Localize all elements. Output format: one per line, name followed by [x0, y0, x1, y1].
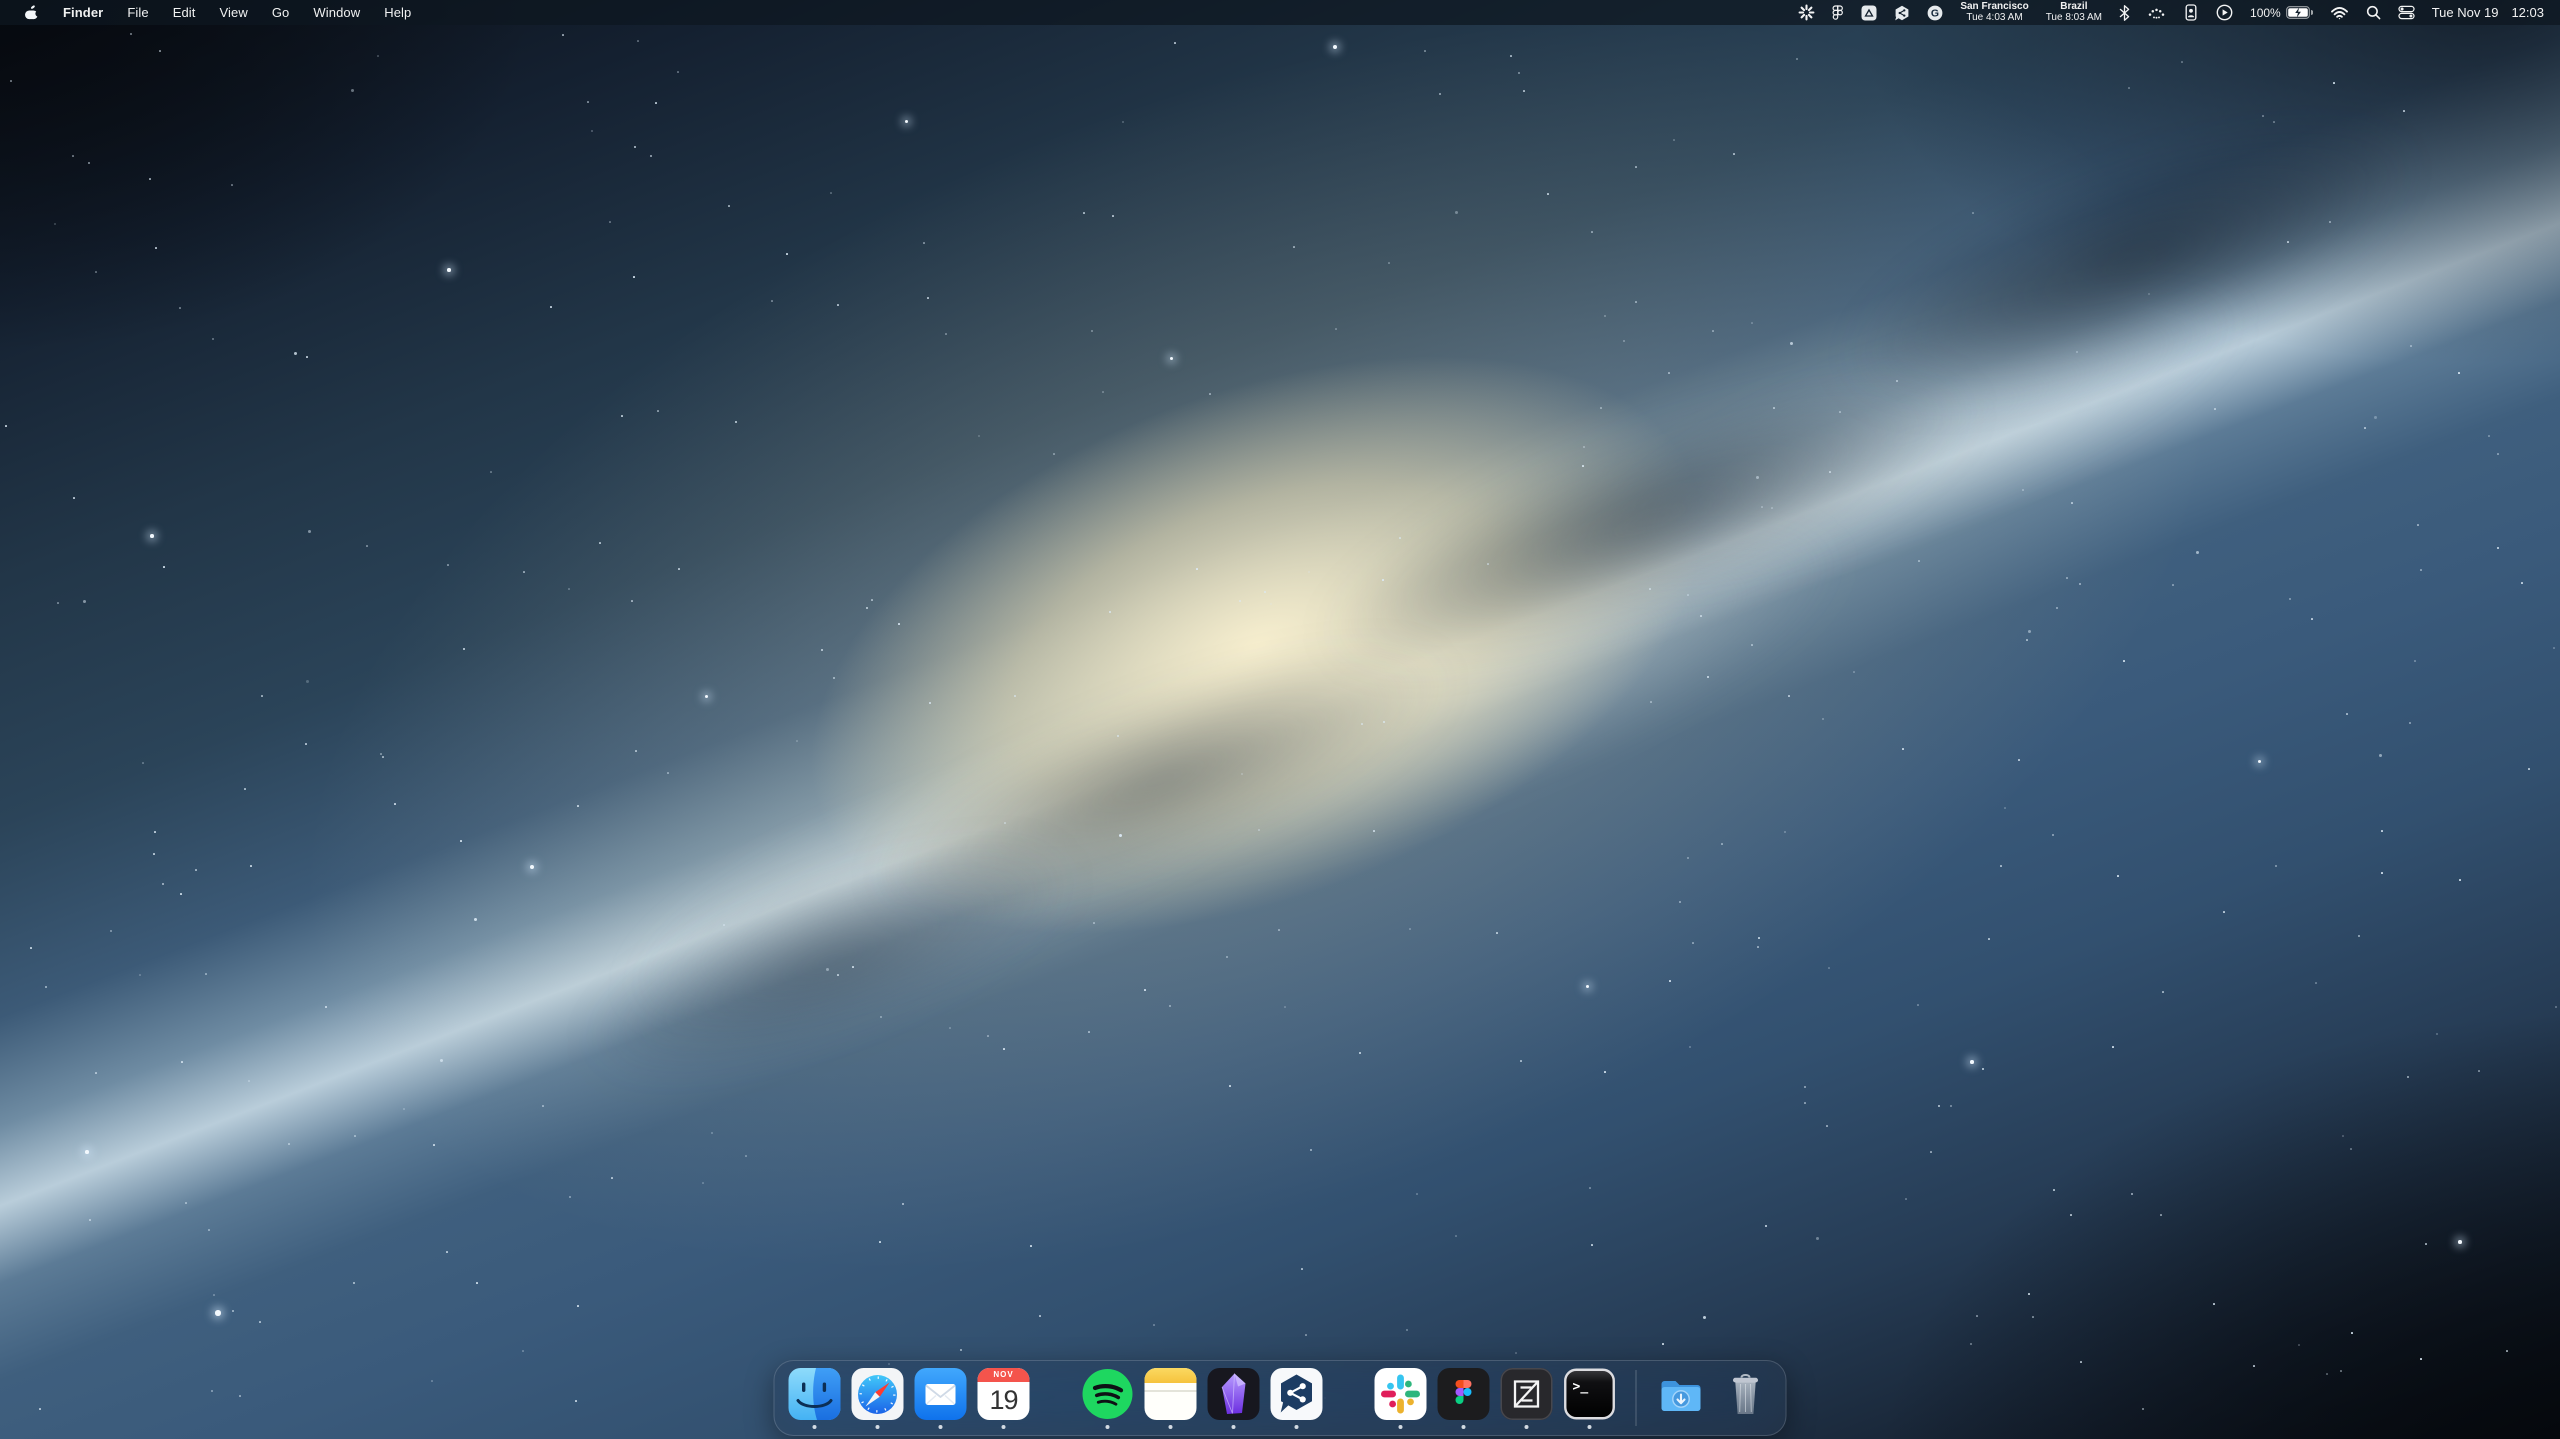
- wallpaper-galaxy: [0, 0, 2560, 1439]
- dock-app-mail[interactable]: [915, 1368, 967, 1429]
- dock-app-finder[interactable]: [789, 1368, 841, 1429]
- menu-finder[interactable]: Finder: [63, 5, 103, 20]
- clock-time: Tue 4:03 AM: [1960, 13, 2028, 24]
- dots-arc-icon[interactable]: [2147, 6, 2166, 20]
- battery-percent: 100%: [2250, 6, 2281, 20]
- dock-separator: [1636, 1370, 1637, 1426]
- menu-file[interactable]: File: [127, 5, 148, 20]
- trash-icon: [1720, 1368, 1772, 1420]
- running-indicator: [1232, 1425, 1236, 1429]
- dock-app-zed[interactable]: [1501, 1368, 1553, 1429]
- figma-icon-dock: [1438, 1368, 1490, 1420]
- dock-app-terminal[interactable]: >_: [1564, 1368, 1616, 1429]
- bluetooth-icon[interactable]: [2119, 5, 2130, 21]
- now-playing-icon[interactable]: [2216, 4, 2233, 21]
- hexagon-share-icon[interactable]: [1894, 5, 1910, 21]
- terminal-icon: >_: [1564, 1368, 1616, 1420]
- clock-city: San Francisco: [1960, 2, 2028, 13]
- figma-icon[interactable]: [1832, 5, 1844, 21]
- svg-text:G: G: [1931, 7, 1939, 19]
- clock-time: Tue 8:03 AM: [2046, 13, 2102, 24]
- battery-icon: [2286, 6, 2313, 19]
- hexagon-share-app-icon: [1271, 1368, 1323, 1420]
- spotify-icon: [1082, 1368, 1134, 1420]
- dock-app-calendar[interactable]: NOV 19: [978, 1368, 1030, 1429]
- running-indicator: [813, 1425, 817, 1429]
- wifi-icon[interactable]: [2330, 6, 2349, 20]
- iphone-mirroring-icon[interactable]: [2183, 4, 2199, 21]
- mail-icon: [915, 1368, 967, 1420]
- world-clock-san-francisco[interactable]: San Francisco Tue 4:03 AM: [1960, 2, 2028, 23]
- calendar-month: NOV: [978, 1368, 1030, 1382]
- running-indicator: [1106, 1425, 1110, 1429]
- running-indicator: [1744, 1425, 1748, 1429]
- notes-yellow-band: [1145, 1368, 1197, 1383]
- dock-app-obsidian[interactable]: [1208, 1368, 1260, 1429]
- running-indicator: [1588, 1425, 1592, 1429]
- menu-bar: Finder File Edit View Go Window Help: [0, 0, 2560, 25]
- notes-icon: [1145, 1368, 1197, 1420]
- notes-rule-line: [1145, 1390, 1197, 1392]
- menu-edit[interactable]: Edit: [173, 5, 196, 20]
- control-center-icon[interactable]: [2398, 5, 2415, 20]
- running-indicator: [1399, 1425, 1403, 1429]
- dock-app-spotify[interactable]: [1082, 1368, 1134, 1429]
- running-indicator: [1295, 1425, 1299, 1429]
- running-indicator: [1169, 1425, 1173, 1429]
- zed-icon: [1501, 1368, 1553, 1420]
- desktop: Finder File Edit View Go Window Help: [0, 0, 2560, 1439]
- spotlight-search-icon[interactable]: [2366, 5, 2381, 20]
- dock-folder-downloads[interactable]: [1657, 1368, 1709, 1429]
- grammarly-icon[interactable]: G: [1927, 5, 1943, 21]
- running-indicator: [1681, 1425, 1685, 1429]
- dock-spacer: [1041, 1372, 1071, 1424]
- menu-view[interactable]: View: [220, 5, 248, 20]
- menu-window[interactable]: Window: [313, 5, 360, 20]
- dock-spacer: [1334, 1372, 1364, 1424]
- dock-app-safari[interactable]: [852, 1368, 904, 1429]
- triangle-app-icon[interactable]: [1861, 5, 1877, 21]
- calendar-icon: NOV 19: [978, 1368, 1030, 1420]
- dock: NOV 19: [774, 1360, 1787, 1436]
- apple-menu-icon[interactable]: [24, 4, 39, 22]
- menu-bar-clock[interactable]: Tue Nov 19 12:03: [2432, 5, 2544, 20]
- menu-bar-status: G San Francisco Tue 4:03 AM Brazil Tue 8…: [1798, 2, 2544, 23]
- menu-help[interactable]: Help: [384, 5, 411, 20]
- running-indicator: [1525, 1425, 1529, 1429]
- dock-app-notes[interactable]: [1145, 1368, 1197, 1429]
- running-indicator: [1462, 1425, 1466, 1429]
- safari-icon: [852, 1368, 904, 1420]
- clock-city: Brazil: [2046, 2, 2102, 13]
- battery-status[interactable]: 100%: [2250, 6, 2313, 20]
- menu-bar-date: Tue Nov 19: [2432, 5, 2499, 20]
- menu-go[interactable]: Go: [272, 5, 290, 20]
- running-indicator: [1002, 1425, 1006, 1429]
- running-indicator: [876, 1425, 880, 1429]
- slack-icon: [1375, 1368, 1427, 1420]
- downloads-folder-icon: [1657, 1368, 1709, 1420]
- obsidian-icon: [1208, 1368, 1260, 1420]
- finder-icon: [789, 1368, 841, 1420]
- menu-bar-left: Finder File Edit View Go Window Help: [24, 4, 411, 22]
- dock-app-slack[interactable]: [1375, 1368, 1427, 1429]
- running-indicator: [939, 1425, 943, 1429]
- calendar-day: 19: [978, 1382, 1030, 1420]
- terminal-prompt: >_: [1573, 1379, 1589, 1394]
- dock-app-hexagon-share[interactable]: [1271, 1368, 1323, 1429]
- world-clock-brazil[interactable]: Brazil Tue 8:03 AM: [2046, 2, 2102, 23]
- dock-trash[interactable]: [1720, 1368, 1772, 1429]
- menu-bar-time: 12:03: [2511, 5, 2544, 20]
- starburst-icon[interactable]: [1798, 4, 1815, 21]
- dock-app-figma[interactable]: [1438, 1368, 1490, 1429]
